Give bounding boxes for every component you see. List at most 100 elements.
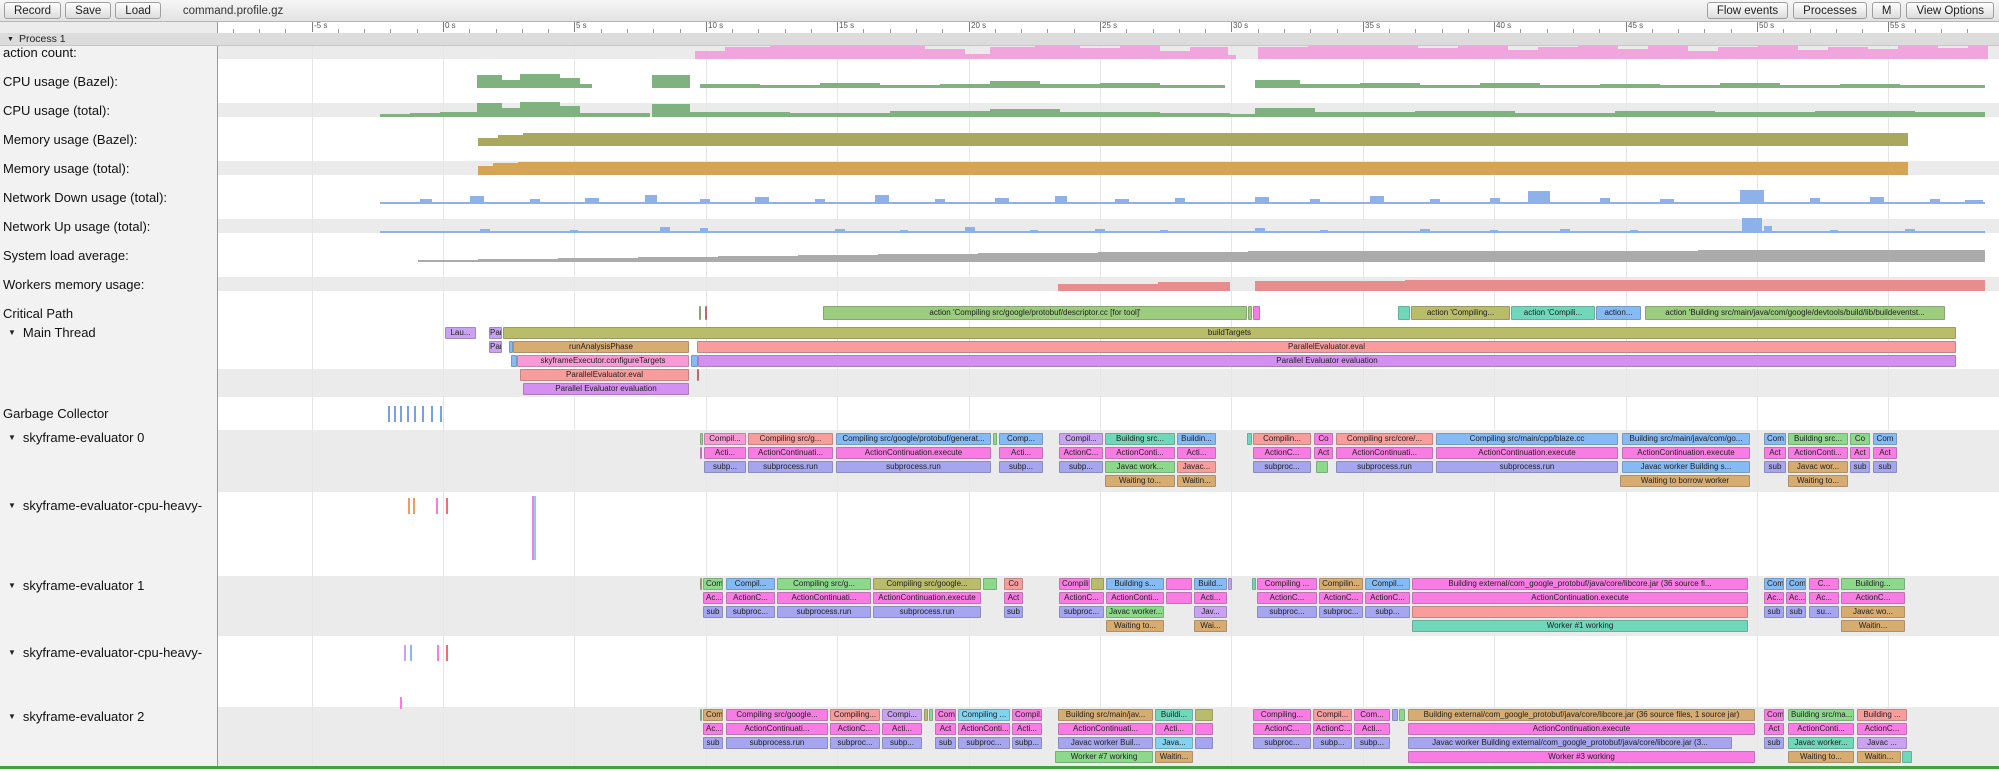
skyframe-evaluator-2-slice[interactable]: ActionConti...: [1788, 723, 1854, 735]
skyframe-evaluator-0-slice[interactable]: subp...: [1059, 461, 1103, 473]
skyframe-evaluator-1-slice[interactable]: ActionC...: [1365, 592, 1410, 604]
skyframe-evaluator-1-slice[interactable]: subproc...: [1257, 606, 1317, 618]
skyframe-evaluator-2-slice[interactable]: Building ...: [1857, 709, 1907, 721]
main-thread-slice[interactable]: ParallelEvaluator.eval: [520, 369, 689, 381]
skyframe-evaluator-0-slice[interactable]: Waiting to...: [1788, 475, 1848, 487]
skyframe-evaluator-1-slice[interactable]: Compiling src/g...: [777, 578, 871, 590]
flow-events-button[interactable]: Flow events: [1707, 2, 1788, 19]
main-thread-slice[interactable]: Lau...: [445, 327, 476, 339]
skyframe-evaluator-0-slice[interactable]: Compiling src/g...: [748, 433, 833, 445]
skyframe-evaluator-1-slice[interactable]: Build...: [1194, 578, 1227, 590]
skyframe-evaluator-1-slice[interactable]: Acti...: [1194, 592, 1227, 604]
skyframe-evaluator-1-slice[interactable]: sub: [703, 606, 723, 618]
skyframe-evaluator-2-slice[interactable]: Compi...: [882, 709, 922, 721]
skyframe-evaluator-2-slice[interactable]: Worker #7 working: [1055, 751, 1153, 763]
skyframe-evaluator-2-slice[interactable]: [1195, 723, 1213, 735]
skyframe-evaluator-1-slice[interactable]: [1252, 578, 1256, 590]
critical-path-slice[interactable]: [1248, 306, 1252, 320]
track-label-skyframe-evaluator-2[interactable]: ▼skyframe-evaluator 2: [8, 709, 144, 723]
skyframe-evaluator-1-slice[interactable]: [1166, 592, 1192, 604]
disclosure-triangle-icon[interactable]: ▼: [7, 36, 14, 43]
skyframe-evaluator-0-slice[interactable]: Acti...: [1177, 447, 1216, 459]
skyframe-evaluator-1-slice[interactable]: ActionC...: [1257, 592, 1317, 604]
main-thread-slice[interactable]: ParallelEvaluator.eval: [697, 341, 1956, 353]
skyframe-evaluator-0-slice[interactable]: Acti...: [704, 447, 746, 459]
skyframe-evaluator-2-slice[interactable]: [700, 709, 702, 721]
skyframe-evaluator-1-slice[interactable]: Compili...: [1059, 578, 1090, 590]
skyframe-evaluator-0-slice[interactable]: Compiling src/core/...: [1336, 433, 1433, 445]
skyframe-evaluator-2-slice[interactable]: ActionC...: [1253, 723, 1311, 735]
skyframe-evaluator-2-slice[interactable]: [1902, 751, 1912, 763]
skyframe-evaluator-0-slice[interactable]: Javac work...: [1105, 461, 1175, 473]
skyframe-evaluator-1-slice[interactable]: Compilin...: [1319, 578, 1363, 590]
skyframe-evaluator-1-slice[interactable]: Ac...: [703, 592, 723, 604]
garbage-collector-event-tick[interactable]: [400, 406, 402, 422]
skyframe-evaluator-2-slice[interactable]: Act: [1764, 723, 1784, 735]
skyframe-evaluator-1-slice[interactable]: ActionC...: [1319, 592, 1363, 604]
skyframe-evaluator-cpu-heavy-a-event-tick[interactable]: [534, 496, 536, 560]
skyframe-evaluator-0-slice[interactable]: Act: [1314, 447, 1333, 459]
skyframe-evaluator-1-slice[interactable]: Waiting to...: [1106, 620, 1164, 632]
skyframe-evaluator-1-slice[interactable]: Worker #1 working: [1412, 620, 1748, 632]
skyframe-evaluator-2-slice[interactable]: [1195, 737, 1213, 749]
skyframe-evaluator-2-slice[interactable]: ActionContinuati...: [1058, 723, 1153, 735]
skyframe-evaluator-2-slice[interactable]: Acti...: [1012, 723, 1042, 735]
load-button[interactable]: Load: [115, 2, 161, 19]
skyframe-evaluator-1-slice[interactable]: su...: [1809, 606, 1839, 618]
skyframe-evaluator-2-slice[interactable]: Compil...: [1012, 709, 1042, 721]
skyframe-evaluator-1-slice[interactable]: Javac worker...: [1106, 606, 1164, 618]
skyframe-evaluator-0-slice[interactable]: Acti...: [999, 447, 1043, 459]
view-options-button[interactable]: View Options: [1906, 2, 1994, 19]
m-button[interactable]: M: [1872, 2, 1902, 19]
skyframe-evaluator-2-slice[interactable]: ActionConti...: [958, 723, 1010, 735]
skyframe-evaluator-1-slice[interactable]: subproc...: [726, 606, 775, 618]
skyframe-evaluator-1-slice[interactable]: sub: [1786, 606, 1806, 618]
critical-path-slice[interactable]: [1253, 306, 1260, 320]
garbage-collector-event-tick[interactable]: [407, 406, 409, 422]
garbage-collector-event-tick[interactable]: [422, 406, 424, 422]
skyframe-evaluator-1-slice[interactable]: Building...: [1841, 578, 1905, 590]
skyframe-evaluator-2-slice[interactable]: Java...: [1155, 737, 1193, 749]
skyframe-evaluator-0-slice[interactable]: Co: [1314, 433, 1333, 445]
skyframe-evaluator-2-slice[interactable]: Act: [935, 723, 956, 735]
skyframe-evaluator-1-slice[interactable]: C...: [1809, 578, 1839, 590]
skyframe-evaluator-0-slice[interactable]: Compil...: [1059, 433, 1103, 445]
skyframe-evaluator-2-slice[interactable]: Acti...: [882, 723, 922, 735]
skyframe-evaluator-0-slice[interactable]: Javac worker Building s...: [1622, 461, 1750, 473]
skyframe-evaluator-1-slice[interactable]: ActionContinuati...: [777, 592, 871, 604]
skyframe-evaluator-1-slice[interactable]: sub: [1004, 606, 1023, 618]
skyframe-evaluator-0-slice[interactable]: Com: [1873, 433, 1897, 445]
skyframe-evaluator-2-slice[interactable]: [1195, 709, 1213, 721]
skyframe-evaluator-1-slice[interactable]: ActionContinuation.execute: [873, 592, 981, 604]
skyframe-evaluator-1-slice[interactable]: [1166, 578, 1192, 590]
process-header[interactable]: ▼ Process 1: [0, 33, 1999, 46]
track-label-main-thread[interactable]: ▼Main Thread: [8, 325, 96, 339]
skyframe-evaluator-0-slice[interactable]: sub: [1850, 461, 1870, 473]
garbage-collector-event-tick[interactable]: [440, 406, 442, 422]
main-thread-slice[interactable]: buildTargets: [503, 327, 1956, 339]
skyframe-evaluator-0-slice[interactable]: Building src...: [1105, 433, 1175, 445]
skyframe-evaluator-cpu-heavy-b-event-tick[interactable]: [410, 645, 412, 661]
skyframe-evaluator-2-slice[interactable]: ActionContinuati...: [726, 723, 828, 735]
skyframe-evaluator-1-slice[interactable]: [983, 578, 997, 590]
skyframe-evaluator-1-slice[interactable]: Ac...: [1764, 592, 1784, 604]
skyframe-evaluator-0-slice[interactable]: ActionContinuation.execute: [1436, 447, 1618, 459]
skyframe-evaluator-1-slice[interactable]: subprocess.run: [873, 606, 981, 618]
skyframe-evaluator-0-slice[interactable]: subprocess.run: [836, 461, 991, 473]
skyframe-evaluator-0-slice[interactable]: subp...: [999, 461, 1043, 473]
track-label-skyframe-evaluator-cpu-heavy[interactable]: ▼skyframe-evaluator-cpu-heavy-: [8, 498, 202, 512]
skyframe-evaluator-0-slice[interactable]: Compil...: [704, 433, 746, 445]
main-thread-slice[interactable]: skyframeExecutor.configureTargets: [517, 355, 689, 367]
skyframe-evaluator-1-slice[interactable]: [1091, 578, 1104, 590]
skyframe-evaluator-2-slice[interactable]: Com...: [1354, 709, 1390, 721]
skyframe-evaluator-2-slice[interactable]: Com: [935, 709, 956, 721]
skyframe-evaluator-0-slice[interactable]: Waiting to borrow worker: [1620, 475, 1750, 487]
skyframe-evaluator-0-slice[interactable]: subproc...: [1253, 461, 1311, 473]
skyframe-evaluator-0-slice[interactable]: ActionConti...: [1788, 447, 1848, 459]
skyframe-evaluator-2-slice[interactable]: Waitin...: [1857, 751, 1901, 763]
skyframe-evaluator-2-slice[interactable]: subp...: [1354, 737, 1390, 749]
skyframe-evaluator-1-slice[interactable]: Com: [1786, 578, 1806, 590]
skyframe-evaluator-1-slice[interactable]: Act: [1004, 592, 1023, 604]
main-thread-slice[interactable]: Par: [489, 327, 502, 339]
skyframe-evaluator-cpu-heavy-a-event-tick[interactable]: [436, 498, 438, 514]
